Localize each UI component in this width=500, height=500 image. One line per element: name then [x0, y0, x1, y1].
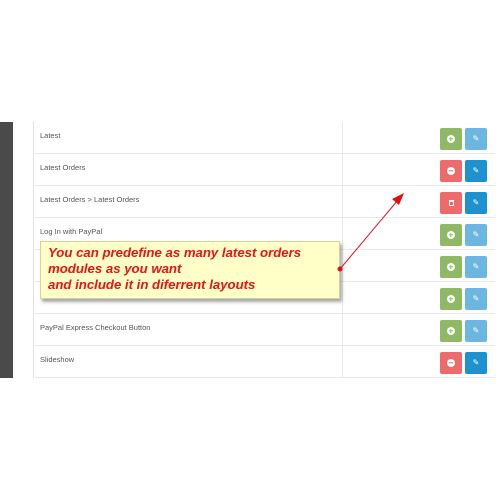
annotation-arrow	[337, 193, 404, 272]
